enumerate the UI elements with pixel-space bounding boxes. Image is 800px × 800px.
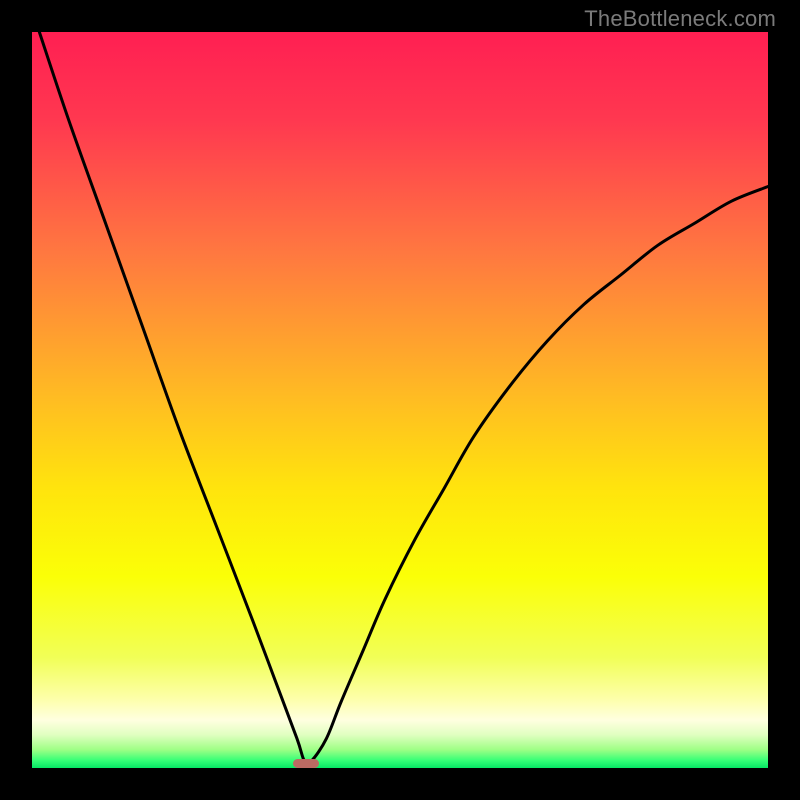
watermark-text: TheBottleneck.com [584, 6, 776, 32]
bottleneck-curve [32, 32, 768, 768]
chart-frame: TheBottleneck.com [0, 0, 800, 800]
minimum-marker [293, 759, 319, 768]
plot-area [32, 32, 768, 768]
